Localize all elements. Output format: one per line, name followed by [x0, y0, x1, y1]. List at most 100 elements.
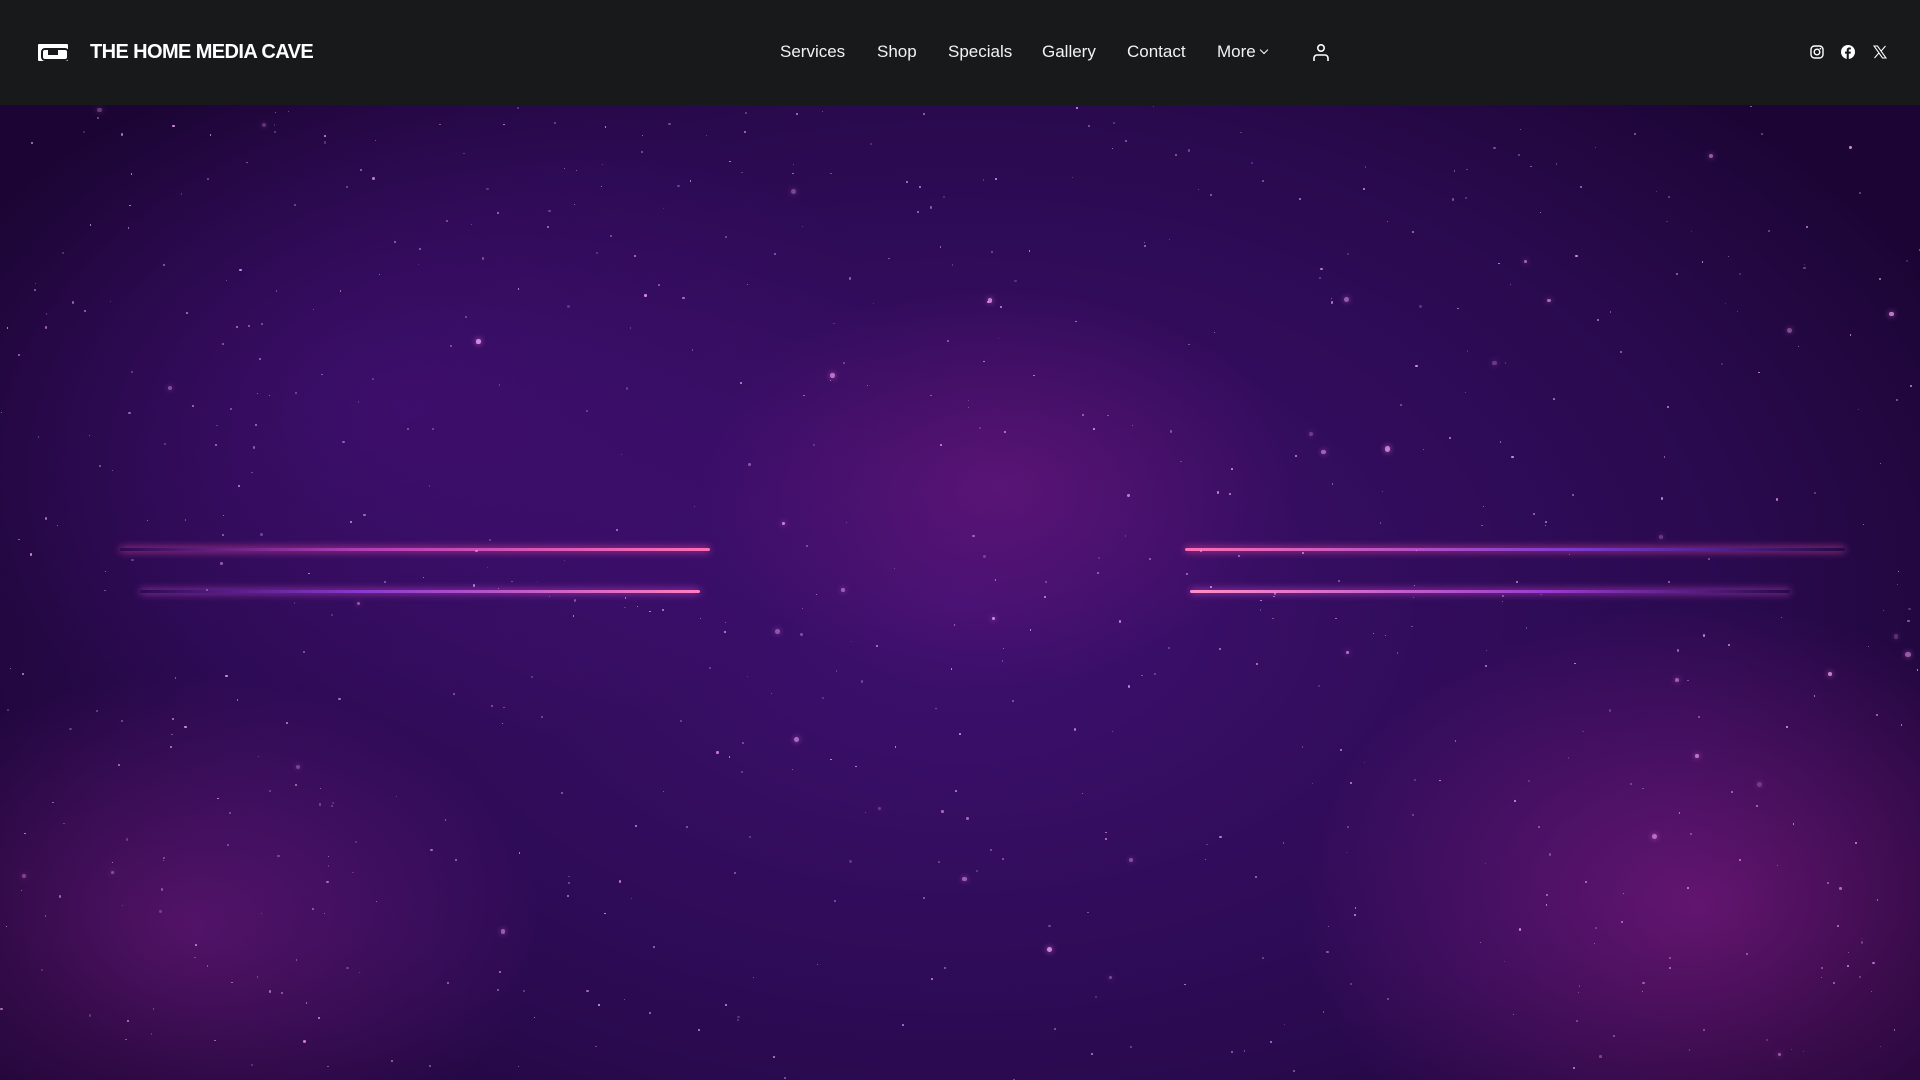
star — [1029, 629, 1032, 632]
nav-gallery[interactable]: Gallery — [1042, 42, 1096, 62]
star — [294, 392, 298, 395]
star — [1082, 793, 1084, 795]
star — [1548, 853, 1552, 856]
star — [1198, 189, 1200, 191]
star — [1105, 831, 1107, 834]
star — [246, 161, 248, 164]
star — [216, 424, 218, 427]
star — [992, 617, 996, 621]
star — [1545, 521, 1547, 524]
star — [791, 188, 797, 194]
star — [618, 880, 622, 883]
star — [1578, 991, 1580, 993]
star — [1910, 384, 1913, 387]
vhs-tape-icon[interactable] — [38, 44, 69, 61]
star — [159, 910, 162, 913]
star — [1439, 779, 1441, 782]
star — [662, 609, 664, 612]
star — [376, 901, 378, 903]
star — [737, 1015, 740, 1019]
chevron-down-icon — [1259, 45, 1268, 55]
star — [548, 595, 551, 598]
star — [554, 121, 557, 124]
star — [455, 858, 458, 861]
star — [1676, 649, 1680, 652]
star — [1518, 928, 1521, 931]
star — [1896, 398, 1899, 401]
star — [303, 1040, 306, 1043]
star — [269, 394, 271, 396]
star — [130, 370, 133, 373]
star — [1396, 652, 1399, 654]
star — [1879, 1046, 1881, 1048]
star — [724, 631, 726, 634]
star — [1127, 494, 1130, 497]
x-icon[interactable] — [1873, 45, 1887, 59]
nav-specials[interactable]: Specials — [948, 42, 1012, 62]
star — [318, 803, 322, 806]
star — [62, 252, 64, 254]
star — [342, 440, 345, 443]
instagram-icon[interactable] — [1810, 45, 1824, 59]
star — [1033, 374, 1035, 377]
star — [45, 313, 47, 315]
star — [308, 572, 311, 575]
star — [1466, 168, 1468, 171]
star — [111, 469, 113, 471]
star — [239, 269, 242, 272]
site-title[interactable]: THE HOME MEDIA CAVE — [90, 41, 314, 64]
star — [1293, 1070, 1296, 1073]
star — [225, 674, 228, 678]
star — [1493, 147, 1496, 150]
star — [733, 871, 737, 875]
nav-services[interactable]: Services — [780, 42, 845, 62]
star — [1620, 921, 1623, 924]
star — [1309, 432, 1314, 436]
star — [121, 904, 123, 906]
star — [357, 401, 359, 403]
star — [1200, 549, 1203, 552]
user-icon[interactable] — [1312, 43, 1330, 62]
star — [374, 139, 377, 141]
star — [220, 562, 223, 565]
star — [395, 795, 397, 798]
star — [1641, 991, 1643, 993]
star — [802, 607, 804, 610]
nav-contact[interactable]: Contact — [1127, 42, 1186, 62]
star — [1256, 663, 1259, 666]
star — [1484, 862, 1486, 865]
star — [1187, 149, 1191, 152]
star — [1539, 211, 1542, 214]
nav-more[interactable]: More — [1217, 42, 1268, 62]
star — [836, 670, 838, 672]
nav-shop[interactable]: Shop — [877, 42, 917, 62]
facebook-icon[interactable] — [1841, 45, 1855, 59]
star — [501, 929, 506, 934]
star — [1861, 941, 1864, 944]
star — [237, 485, 240, 488]
star — [950, 668, 953, 670]
star — [716, 751, 719, 754]
star — [406, 427, 410, 431]
star — [1169, 239, 1171, 241]
star — [1702, 1029, 1705, 1032]
star — [982, 179, 985, 181]
star — [1731, 791, 1733, 793]
star — [127, 226, 130, 229]
star — [1849, 146, 1852, 149]
star — [503, 706, 505, 709]
star — [939, 443, 942, 446]
star — [230, 981, 233, 984]
star — [1104, 838, 1107, 840]
star — [1028, 249, 1031, 252]
star — [1239, 131, 1242, 134]
star — [1111, 730, 1114, 732]
star — [1206, 843, 1208, 846]
star — [1113, 122, 1115, 124]
star — [1012, 699, 1014, 702]
star — [1482, 505, 1484, 507]
star — [502, 722, 504, 724]
star — [498, 970, 502, 973]
star — [1642, 787, 1644, 789]
star — [151, 1033, 153, 1035]
